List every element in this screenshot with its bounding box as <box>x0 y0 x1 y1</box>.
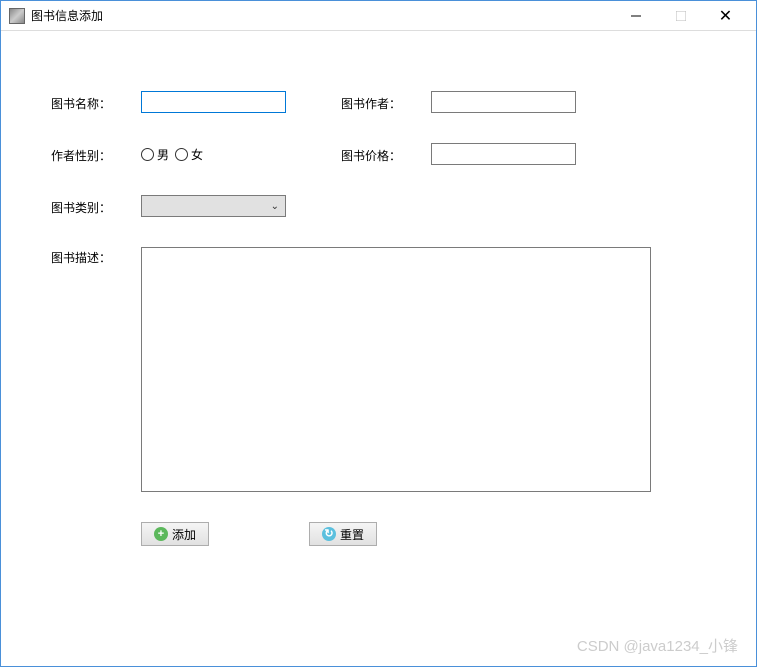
row-name-author: 图书名称： 图书作者： <box>51 91 706 113</box>
author-input[interactable] <box>431 91 576 113</box>
desc-textarea[interactable] <box>141 247 651 492</box>
radio-icon <box>175 148 188 161</box>
minimize-icon <box>631 11 641 21</box>
window-controls: ✕ <box>613 2 748 30</box>
add-button[interactable]: + 添加 <box>141 522 209 546</box>
name-input[interactable] <box>141 91 286 113</box>
add-button-label: 添加 <box>172 526 196 543</box>
gender-female-label: 女 <box>191 146 203 163</box>
reset-icon: ↻ <box>322 527 336 541</box>
close-button[interactable]: ✕ <box>703 2 748 30</box>
row-gender-price: 作者性别： 男 女 图书价格： <box>51 143 706 165</box>
price-label: 图书价格： <box>341 145 431 164</box>
gender-male-radio[interactable]: 男 <box>141 146 169 163</box>
gender-radio-group: 男 女 <box>141 146 286 163</box>
button-row: + 添加 ↻ 重置 <box>141 522 706 546</box>
name-label: 图书名称： <box>51 93 141 112</box>
close-icon: ✕ <box>719 6 732 26</box>
maximize-icon <box>676 11 686 21</box>
watermark: CSDN @java1234_小锋 <box>577 635 738 656</box>
gender-male-label: 男 <box>157 146 169 163</box>
row-category: 图书类别： ⌄ <box>51 195 706 217</box>
minimize-button[interactable] <box>613 2 658 30</box>
desc-label: 图书描述： <box>51 247 141 266</box>
form-content: 图书名称： 图书作者： 作者性别： 男 女 图书价格： 图书类别： ⌄ 图书描述… <box>1 31 756 566</box>
window-title: 图书信息添加 <box>31 7 613 24</box>
reset-button[interactable]: ↻ 重置 <box>309 522 377 546</box>
radio-icon <box>141 148 154 161</box>
price-input[interactable] <box>431 143 576 165</box>
row-description: 图书描述： <box>51 247 706 492</box>
category-combobox[interactable]: ⌄ <box>141 195 286 217</box>
gender-female-radio[interactable]: 女 <box>175 146 203 163</box>
category-label: 图书类别： <box>51 197 141 216</box>
author-label: 图书作者： <box>341 93 431 112</box>
chevron-down-icon: ⌄ <box>271 201 279 212</box>
plus-icon: + <box>154 527 168 541</box>
app-icon <box>9 8 25 24</box>
gender-label: 作者性别： <box>51 145 141 164</box>
reset-button-label: 重置 <box>340 526 364 543</box>
maximize-button[interactable] <box>658 2 703 30</box>
titlebar: 图书信息添加 ✕ <box>1 1 756 31</box>
